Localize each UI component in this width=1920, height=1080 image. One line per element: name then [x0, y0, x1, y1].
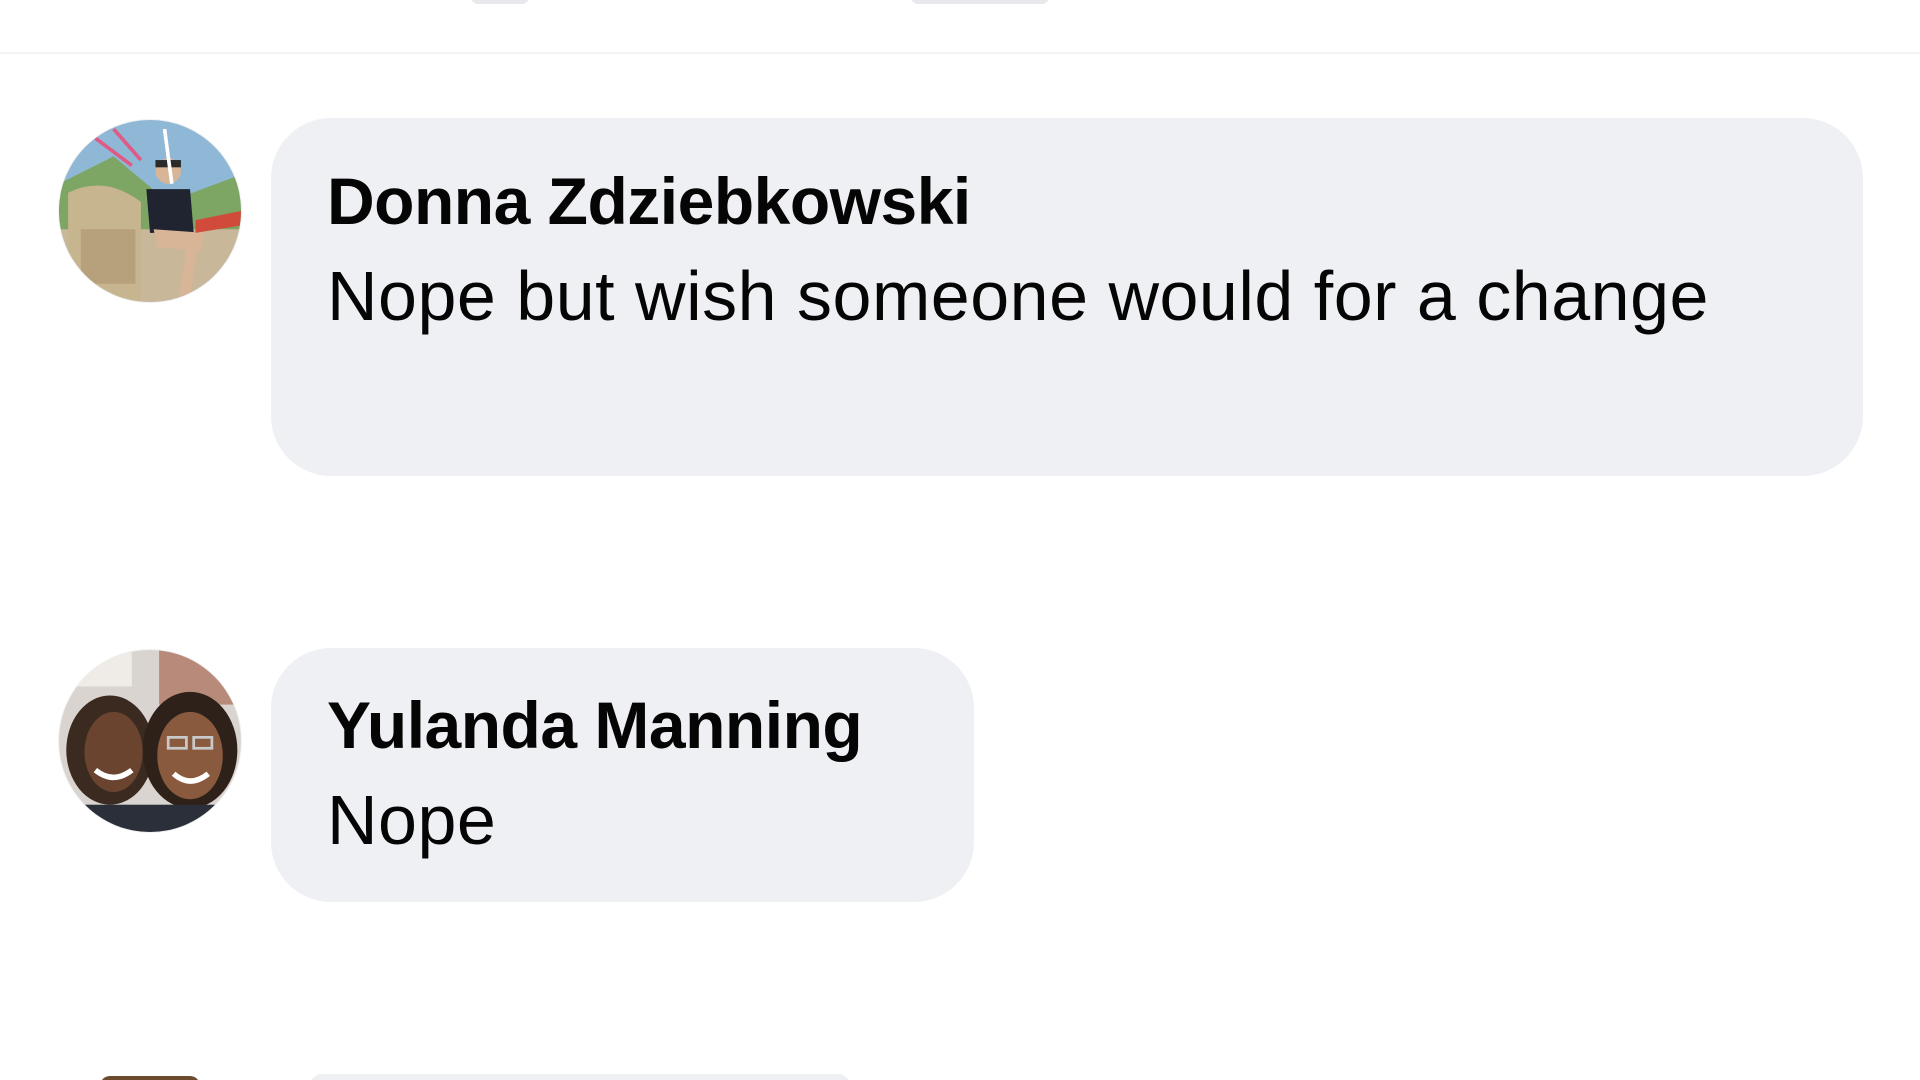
comment-bubble[interactable]: Yulanda Manning Nope — [271, 648, 974, 902]
comment-author[interactable]: Donna Zdziebkowski — [327, 158, 1807, 244]
user-avatar-photo-icon — [59, 650, 241, 832]
comment-bubble[interactable] — [310, 1074, 850, 1080]
header-remnant — [0, 0, 1920, 54]
header-text-fragment — [910, 0, 1050, 4]
comment-bubble[interactable]: Donna Zdziebkowski Nope but wish someone… — [271, 118, 1863, 476]
comments-view: Donna Zdziebkowski Nope but wish someone… — [0, 0, 1920, 1080]
avatar[interactable] — [59, 120, 241, 302]
comment-author[interactable]: Yulanda Manning — [327, 682, 918, 768]
avatar[interactable] — [59, 650, 241, 832]
comment-text: Nope — [327, 781, 497, 859]
comment-text: Nope but wish someone would for a change — [327, 257, 1709, 335]
avatar[interactable] — [100, 1076, 200, 1080]
header-text-fragment — [470, 0, 530, 4]
user-avatar-photo-icon — [59, 120, 241, 302]
